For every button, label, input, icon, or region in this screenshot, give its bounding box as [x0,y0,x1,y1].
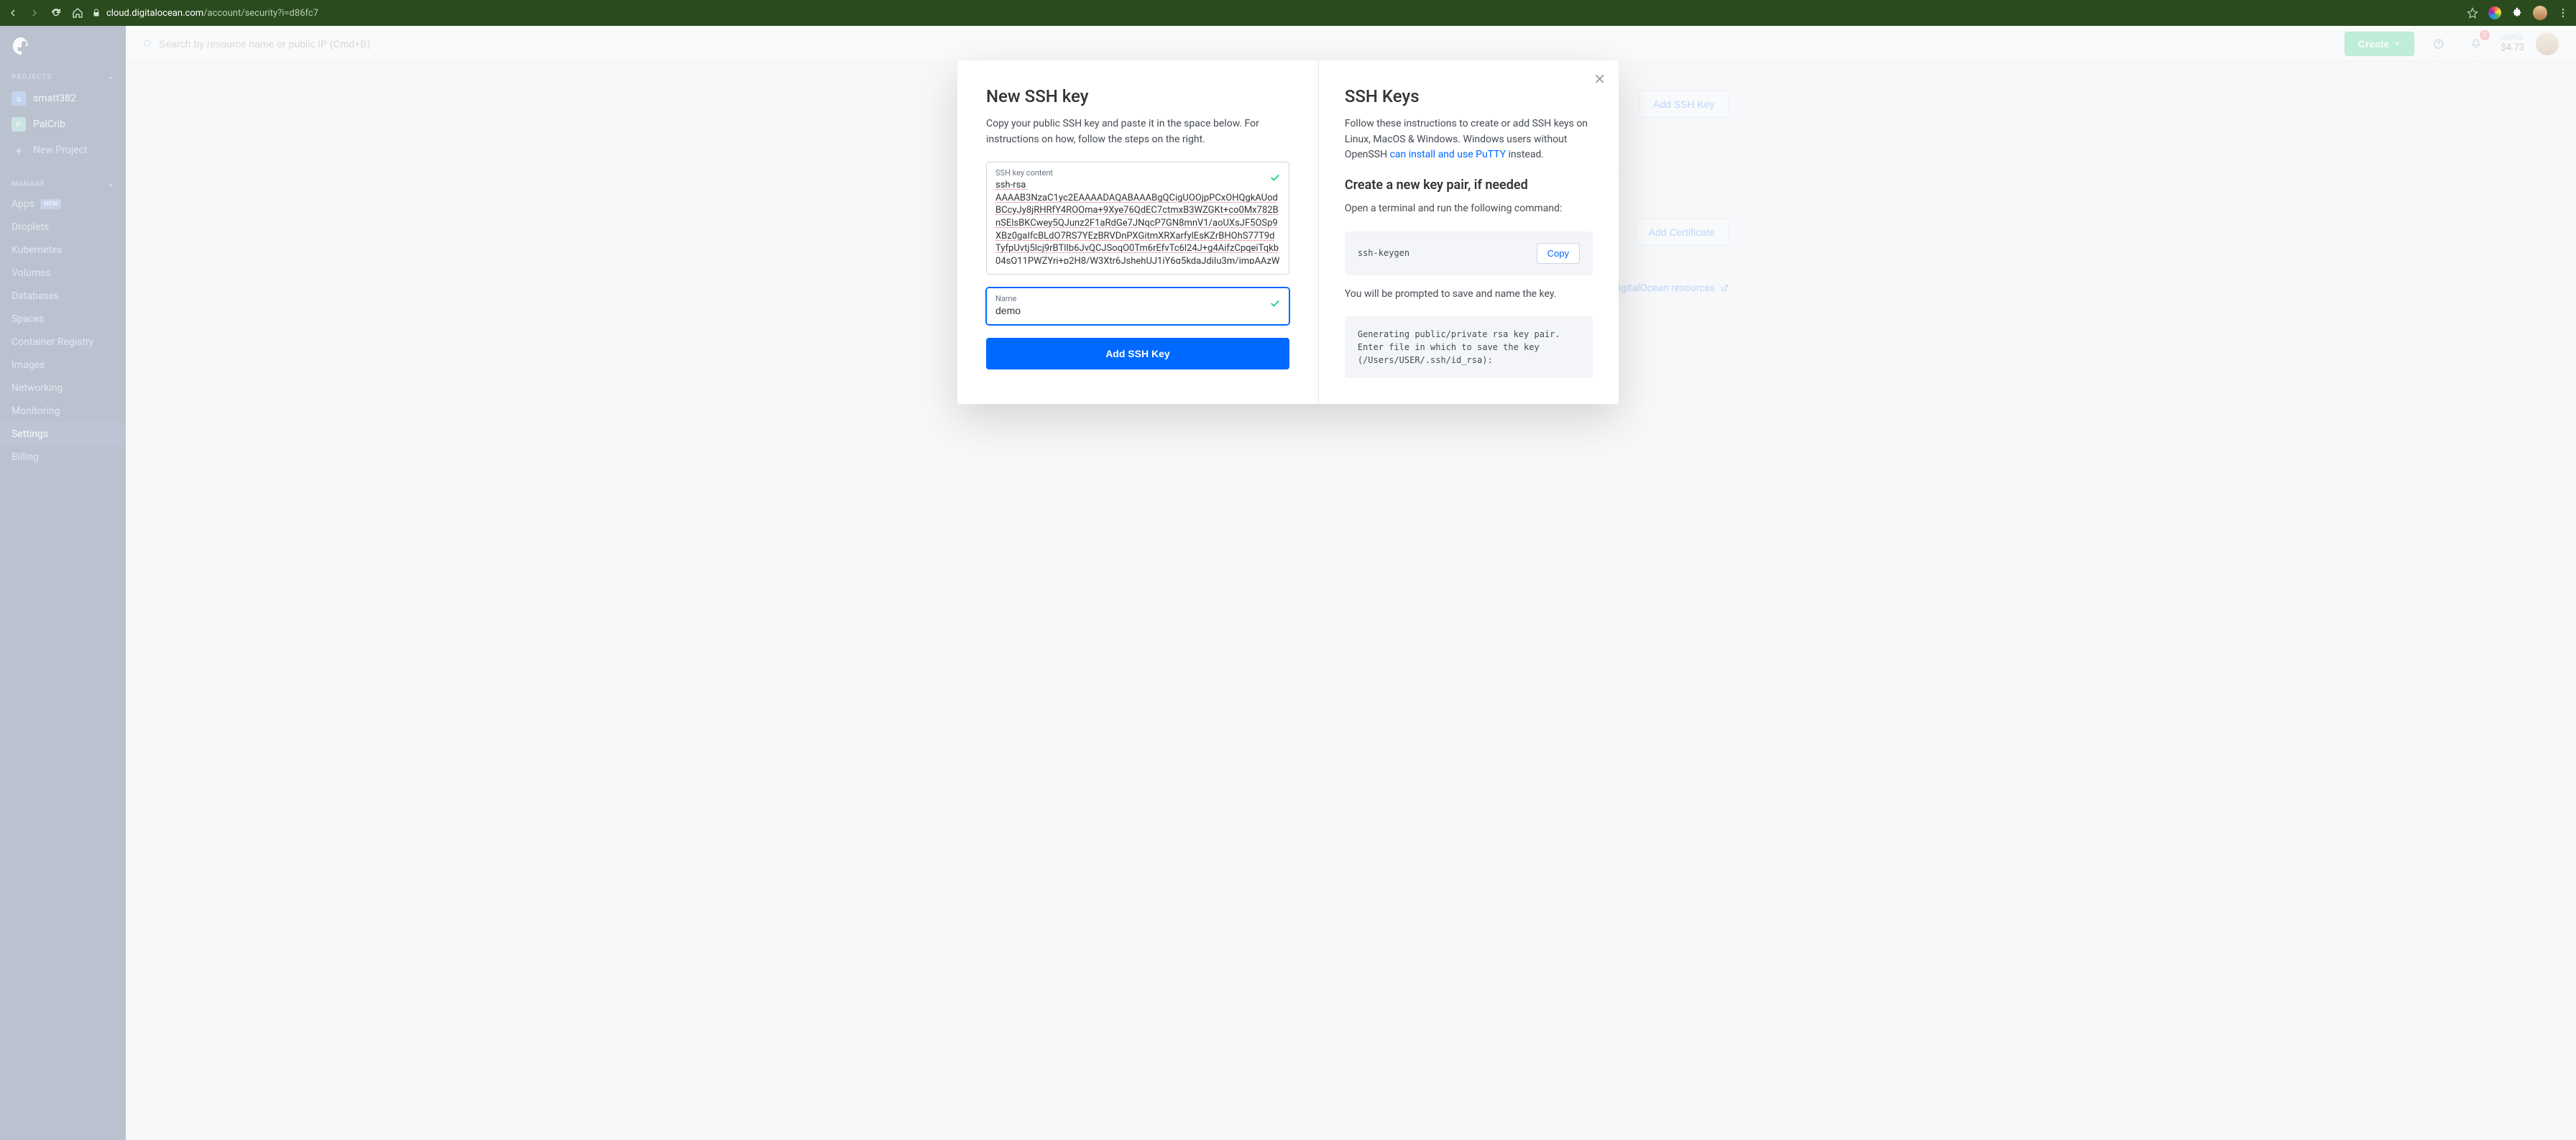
help-intro: Follow these instructions to create or a… [1345,116,1593,163]
ssh-key-name-input[interactable] [995,305,1280,316]
close-icon[interactable]: ✕ [1593,70,1606,88]
extension-icon[interactable] [2488,6,2501,19]
url-host: cloud.digitalocean.com [106,8,203,19]
browser-chrome: cloud.digitalocean.com/account/security?… [0,0,2576,26]
command-text: ssh-keygen [1358,248,1409,258]
modal-title: New SSH key [986,86,1289,106]
field-label: SSH key content [995,168,1280,178]
back-icon[interactable] [7,7,19,19]
valid-check-icon [1270,298,1280,311]
ssh-key-modal: ✕ New SSH key Copy your public SSH key a… [957,60,1619,404]
ssh-key-content-field[interactable]: SSH key content [986,162,1289,275]
star-icon[interactable] [2467,7,2478,19]
valid-check-icon [1270,173,1280,185]
field-label: Name [995,294,1280,303]
extensions-icon[interactable] [2511,7,2523,19]
browser-nav [7,7,83,19]
app-root: PROJECTS s smatt382 P PalCrib + New Proj… [0,26,2576,1140]
add-ssh-key-submit[interactable]: Add SSH Key [986,338,1289,369]
profile-avatar-icon[interactable] [2533,6,2547,20]
putty-link[interactable]: can install and use PuTTY [1390,149,1506,160]
modal-help: SSH Keys Follow these instructions to cr… [1319,60,1619,404]
help-step-title: Create a new key pair, if needed [1345,178,1593,193]
url-path: /account/security?i=d86fc7 [203,8,318,19]
modal-overlay: ✕ New SSH key Copy your public SSH key a… [0,26,2576,1140]
ssh-key-name-field[interactable]: Name [986,288,1289,325]
more-icon[interactable] [2557,7,2569,19]
command-block: ssh-keygen Copy [1345,231,1593,275]
help-step-desc: Open a terminal and run the following co… [1345,201,1593,217]
help-title: SSH Keys [1345,86,1593,106]
help-after-command: You will be prompted to save and name th… [1345,287,1593,303]
command-output: Generating public/private rsa key pair. … [1345,316,1593,378]
ssh-key-textarea[interactable] [995,179,1280,264]
forward-icon[interactable] [29,7,40,19]
reload-icon[interactable] [50,7,62,19]
modal-instructions: Copy your public SSH key and paste it in… [986,116,1289,147]
url-bar[interactable]: cloud.digitalocean.com/account/security?… [92,8,2458,19]
browser-right-controls [2467,6,2569,20]
lock-icon [92,9,101,17]
modal-form: New SSH key Copy your public SSH key and… [957,60,1319,404]
home-icon[interactable] [72,7,83,19]
copy-button[interactable]: Copy [1537,243,1580,264]
